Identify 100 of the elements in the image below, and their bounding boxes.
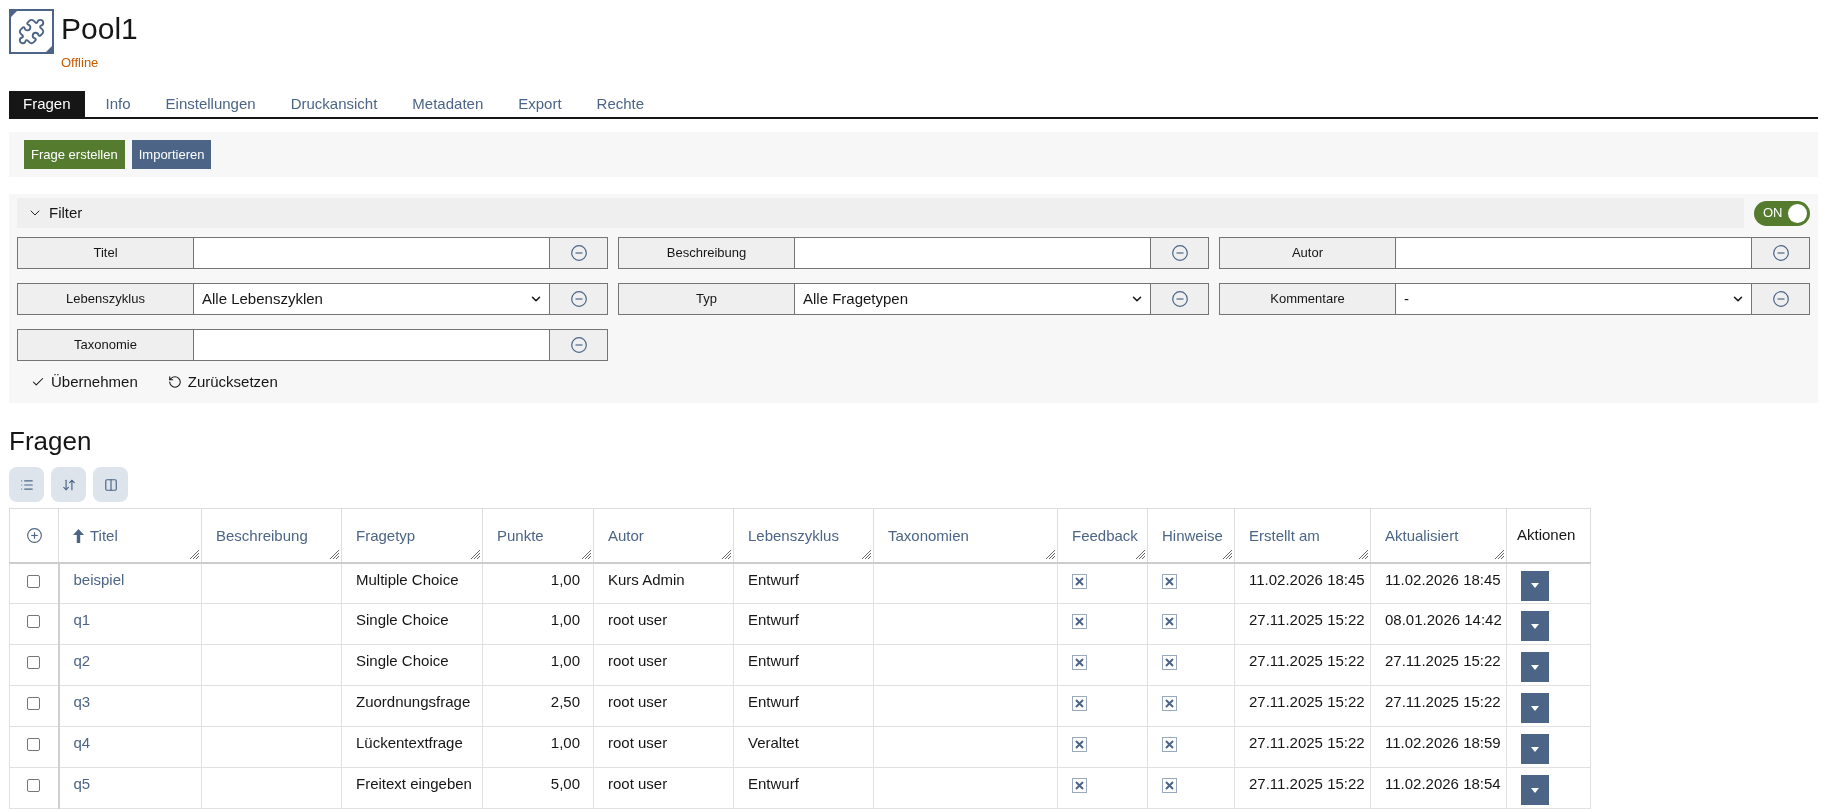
- author-text: root user: [608, 693, 668, 710]
- resize-handle-icon[interactable]: [722, 549, 731, 559]
- resize-handle-icon[interactable]: [1046, 549, 1055, 559]
- column-header-link[interactable]: Fragetyp: [356, 526, 416, 546]
- filter-label: Typ: [618, 283, 795, 315]
- caret-down-icon: [1531, 787, 1539, 793]
- view-mode-button[interactable]: [9, 467, 44, 502]
- filter-action-button[interactable]: Zurücksetzen: [167, 370, 278, 394]
- text-input-field[interactable]: [194, 329, 549, 361]
- caret-down-icon: [1531, 664, 1539, 670]
- remove-filter-button[interactable]: [1751, 237, 1810, 269]
- lifecycle-text: Entwurf: [748, 611, 799, 628]
- updated-date-text: 27.11.2025 15:22: [1385, 693, 1501, 710]
- resize-handle-icon[interactable]: [330, 549, 339, 559]
- caret-down-icon: [1531, 623, 1539, 629]
- caret-down-icon: [1531, 705, 1539, 711]
- select-field[interactable]: Alle Lebenszyklen: [194, 283, 549, 315]
- sort-up-arrow-icon: [73, 529, 84, 543]
- select-field[interactable]: Alle Fragetypen: [795, 283, 1150, 315]
- lifecycle-text: Entwurf: [748, 775, 799, 792]
- updated-date-text: 11.02.2026 18:59: [1385, 734, 1501, 751]
- minus-circle-icon: [570, 245, 587, 261]
- row-checkbox[interactable]: [27, 779, 41, 792]
- points-text: 2,50: [550, 693, 580, 710]
- row-checkbox[interactable]: [27, 697, 41, 710]
- lifecycle-text: Entwurf: [748, 693, 799, 710]
- question-title-link[interactable]: q4: [73, 734, 91, 751]
- updated-date-text: 11.02.2026 18:45: [1385, 570, 1501, 588]
- actions-dropdown-button[interactable]: [1521, 611, 1549, 641]
- toggle-knob-icon: [1788, 203, 1807, 223]
- question-title-link[interactable]: q1: [73, 611, 91, 628]
- resize-handle-icon[interactable]: [1495, 549, 1504, 559]
- list-icon: [19, 477, 34, 492]
- remove-filter-button[interactable]: [1150, 237, 1209, 269]
- points-text: 1,00: [550, 652, 580, 669]
- remove-filter-button[interactable]: [549, 237, 608, 269]
- resize-handle-icon[interactable]: [862, 549, 871, 559]
- resize-handle-icon[interactable]: [582, 549, 591, 559]
- remove-filter-button[interactable]: [1751, 283, 1810, 315]
- column-header-link[interactable]: Aktualisiert: [1385, 526, 1459, 546]
- columns-icon: [103, 477, 118, 492]
- actions-dropdown-button[interactable]: [1521, 570, 1549, 601]
- sort-button[interactable]: [51, 467, 86, 502]
- row-checkbox[interactable]: [27, 738, 41, 751]
- lifecycle-text: Veraltet: [748, 734, 799, 751]
- column-header-link[interactable]: Taxonomien: [888, 526, 969, 546]
- actions-dropdown-button[interactable]: [1521, 734, 1549, 764]
- created-date-text: 27.11.2025 15:22: [1249, 693, 1365, 710]
- points-text: 1,00: [550, 570, 580, 588]
- resize-handle-icon[interactable]: [1359, 549, 1368, 559]
- remove-filter-button[interactable]: [1150, 283, 1209, 315]
- toolbar-button[interactable]: Frage erstellen: [24, 140, 125, 169]
- question-title-link[interactable]: q2: [73, 652, 91, 669]
- question-title-link[interactable]: beispiel: [73, 570, 125, 588]
- created-date-text: 27.11.2025 15:22: [1249, 611, 1365, 628]
- column-header-link[interactable]: Titel: [73, 526, 118, 546]
- page-title: Pool1: [61, 11, 138, 47]
- column-header: Aktionen: [1517, 525, 1576, 546]
- filter-action-button[interactable]: Übernehmen: [31, 370, 138, 394]
- row-checkbox[interactable]: [27, 656, 41, 669]
- minus-circle-icon: [1772, 245, 1789, 261]
- actions-dropdown-button[interactable]: [1521, 693, 1549, 723]
- filter-toggle-switch[interactable]: ON: [1754, 200, 1810, 226]
- plus-circle-icon[interactable]: [26, 527, 42, 543]
- resize-handle-icon[interactable]: [190, 549, 199, 559]
- question-type-text: Zuordnungsfrage: [356, 693, 471, 710]
- lifecycle-text: Entwurf: [748, 570, 799, 588]
- toolbar-button[interactable]: Importieren: [131, 140, 212, 169]
- question-title-link[interactable]: q5: [73, 775, 91, 792]
- text-input-field[interactable]: [1396, 237, 1751, 269]
- text-input-field[interactable]: [795, 237, 1150, 269]
- columns-button[interactable]: [93, 467, 128, 502]
- author-text: Kurs Admin: [608, 570, 685, 588]
- remove-filter-button[interactable]: [549, 283, 608, 315]
- resize-handle-icon[interactable]: [1223, 549, 1232, 559]
- minus-circle-icon: [570, 337, 587, 353]
- updated-date-text: 08.01.2026 14:42: [1385, 611, 1502, 628]
- actions-dropdown-button[interactable]: [1521, 775, 1549, 805]
- column-header-link[interactable]: Punkte: [497, 526, 544, 546]
- column-header-link[interactable]: Autor: [608, 526, 644, 546]
- puzzle-piece-icon: [9, 9, 54, 54]
- question-type-text: Single Choice: [356, 611, 449, 628]
- filter-label: Autor: [1219, 237, 1396, 269]
- updated-date-text: 11.02.2026 18:54: [1385, 775, 1501, 792]
- column-header-link[interactable]: Erstellt am: [1249, 526, 1320, 546]
- text-input-field[interactable]: [194, 237, 549, 269]
- tab[interactable]: Fragen: [9, 91, 85, 117]
- question-type-text: Single Choice: [356, 652, 449, 669]
- actions-dropdown-button[interactable]: [1521, 652, 1549, 682]
- row-checkbox[interactable]: [27, 615, 41, 628]
- points-text: 1,00: [550, 611, 580, 628]
- filter-collapse-button[interactable]: Filter: [27, 201, 83, 225]
- author-text: root user: [608, 611, 668, 628]
- question-title-link[interactable]: q3: [73, 693, 91, 710]
- filter-label: Lebenszyklus: [17, 283, 194, 315]
- resize-handle-icon[interactable]: [471, 549, 480, 559]
- row-checkbox[interactable]: [27, 574, 41, 588]
- remove-filter-button[interactable]: [549, 329, 608, 361]
- select-field[interactable]: -: [1396, 283, 1751, 315]
- resize-handle-icon[interactable]: [1136, 549, 1145, 559]
